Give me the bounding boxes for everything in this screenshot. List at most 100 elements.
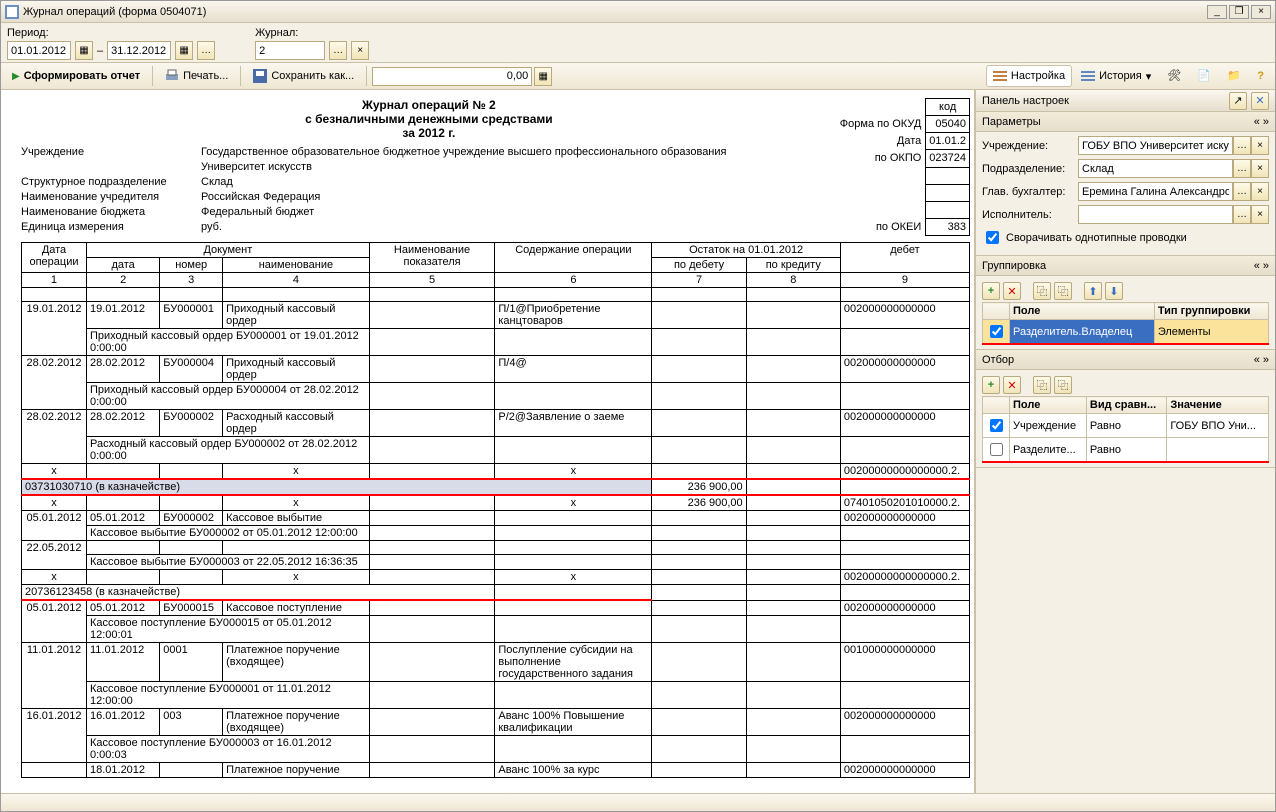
minimize-button[interactable]: _: [1207, 5, 1227, 19]
copy-icon[interactable]: ⿻: [1033, 376, 1051, 394]
print-button[interactable]: Печать...: [158, 65, 235, 87]
journal-clear[interactable]: ×: [351, 41, 369, 60]
param-inst-input[interactable]: [1078, 136, 1233, 155]
collapse-icon[interactable]: « »: [1254, 116, 1269, 128]
report-grid[interactable]: Дата операции Документ Наименование пока…: [21, 242, 970, 778]
table-highlight-row[interactable]: 03731030710 (в казначействе)236 900,00: [22, 479, 970, 495]
paste-icon[interactable]: ⿻: [1054, 282, 1072, 300]
date-from-input[interactable]: [7, 41, 71, 60]
tool-icon-3: 📁: [1227, 69, 1241, 83]
table-row[interactable]: 19.01.201219.01.2012БУ000001Приходный ка…: [22, 302, 970, 329]
table-subrow[interactable]: Приходный кассовый ордер БУ000004 от 28.…: [22, 383, 970, 410]
filter-table[interactable]: ПолеВид сравн...Значение УчреждениеРавно…: [982, 396, 1269, 463]
delete-icon[interactable]: ✕: [1003, 282, 1021, 300]
collapse-icon[interactable]: « »: [1254, 354, 1269, 366]
table-subrow[interactable]: Приходный кассовый ордер БУ000001 от 19.…: [22, 329, 970, 356]
table-row[interactable]: 28.02.201228.02.2012БУ000004Приходный ка…: [22, 356, 970, 383]
table-subrow[interactable]: Кассовое поступление БУ000003 от 16.01.2…: [22, 736, 970, 763]
meta-unit: руб.: [201, 221, 837, 236]
table-subrow[interactable]: Расходный кассовый ордер БУ000002 от 28.…: [22, 437, 970, 464]
period-label: Период:: [7, 27, 215, 39]
more-icon[interactable]: …: [1233, 159, 1251, 178]
filter-form: Период: ▦ – ▦ … Журнал: … ×: [1, 23, 1275, 62]
grouping-section: Группировка« » + ✕ ⿻ ⿻ ⬆ ⬇ ПолеТип групп…: [976, 256, 1275, 350]
more-icon[interactable]: …: [1233, 205, 1251, 224]
toolbar: ▶Сформировать отчет Печать... Сохранить …: [1, 62, 1275, 90]
table-row[interactable]: 22.05.2012: [22, 541, 970, 555]
table-subrow[interactable]: Кассовое поступление БУ000001 от 11.01.2…: [22, 682, 970, 709]
clear-icon[interactable]: ×: [1251, 205, 1269, 224]
report-period: за 2012 г.: [21, 126, 837, 140]
group-row-check[interactable]: [990, 325, 1003, 338]
collapse-icon[interactable]: « »: [1254, 260, 1269, 272]
param-acc-input[interactable]: [1078, 182, 1233, 201]
table-highlight-row[interactable]: 20736123458 (в казначействе): [22, 585, 970, 601]
help-button[interactable]: ?: [1250, 65, 1271, 87]
date-to-input[interactable]: [107, 41, 171, 60]
clear-icon[interactable]: ×: [1251, 182, 1269, 201]
journal-input[interactable]: [255, 41, 325, 60]
grouping-table[interactable]: ПолеТип группировки Разделитель.Владелец…: [982, 302, 1269, 345]
titlebar: Журнал операций (форма 0504071) _ ❐ ×: [1, 1, 1275, 23]
add-icon[interactable]: +: [982, 282, 1000, 300]
clear-icon[interactable]: ×: [1251, 159, 1269, 178]
separator: [240, 66, 241, 86]
table-row[interactable]: 05.01.201205.01.2012БУ000015Кассовое пос…: [22, 600, 970, 616]
panel-detach-icon[interactable]: ↗: [1229, 92, 1247, 110]
list-icon: [993, 69, 1007, 83]
close-button[interactable]: ×: [1251, 5, 1271, 19]
more-icon[interactable]: …: [1233, 136, 1251, 155]
param-perf-input[interactable]: [1078, 205, 1233, 224]
move-down-icon[interactable]: ⬇: [1105, 282, 1123, 300]
table-subrow[interactable]: Кассовое выбытие БУ000003 от 22.05.2012 …: [22, 555, 970, 570]
paste-icon[interactable]: ⿻: [1054, 376, 1072, 394]
meta-founder-label: Наименование учредителя: [21, 191, 191, 206]
table-summary-row[interactable]: xxx00200000000000000.2.: [22, 570, 970, 585]
param-dept-input[interactable]: [1078, 159, 1233, 178]
filter-row-check[interactable]: [990, 443, 1003, 456]
settings-panel: Панель настроек ↗ ✕ Параметры« » Учрежде…: [975, 90, 1275, 793]
main-window: Журнал операций (форма 0504071) _ ❐ × Пе…: [0, 0, 1276, 812]
table-row[interactable]: 16.01.201216.01.2012003Платежное поручен…: [22, 709, 970, 736]
table-row[interactable]: 05.01.201205.01.2012БУ000002Кассовое выб…: [22, 511, 970, 526]
codes-table: код Форма по ОКУД05040 Дата01.01.2 по ОК…: [837, 98, 970, 236]
save-as-button[interactable]: Сохранить как...: [246, 65, 361, 87]
fold-checkbox[interactable]: [986, 231, 999, 244]
panel-close-icon[interactable]: ✕: [1251, 92, 1269, 110]
table-summary-row[interactable]: xxx00200000000000000.2.: [22, 464, 970, 480]
table-row[interactable]: 28.02.201228.02.2012БУ000002Расходный ка…: [22, 410, 970, 437]
tool-2[interactable]: 📄: [1190, 65, 1218, 87]
table-summary-row[interactable]: xxx236 900,0007401050201010000.2.: [22, 495, 970, 511]
journal-more[interactable]: …: [329, 41, 347, 60]
app-icon: [5, 5, 19, 19]
settings-button[interactable]: Настройка: [986, 65, 1072, 87]
window-title: Журнал операций (форма 0504071): [23, 6, 206, 18]
table-row[interactable]: 11.01.201211.01.20120001Платежное поруче…: [22, 643, 970, 682]
history-button[interactable]: История▾: [1074, 65, 1158, 87]
more-icon[interactable]: …: [1233, 182, 1251, 201]
filter-row-check[interactable]: [990, 419, 1003, 432]
table-row[interactable]: 18.01.2012Платежное поручениеАванс 100% …: [22, 763, 970, 778]
meta-struct: Склад: [201, 176, 837, 191]
generate-report-button[interactable]: ▶Сформировать отчет: [5, 65, 147, 87]
tool-1[interactable]: 🛠: [1160, 65, 1188, 87]
number-input[interactable]: [372, 67, 532, 86]
maximize-button[interactable]: ❐: [1229, 5, 1249, 19]
copy-icon[interactable]: ⿻: [1033, 282, 1051, 300]
period-more[interactable]: …: [197, 41, 215, 60]
calculator-icon[interactable]: ▦: [534, 67, 552, 86]
table-subrow[interactable]: Кассовое выбытие БУ000002 от 05.01.2012 …: [22, 526, 970, 541]
history-icon: [1081, 69, 1095, 83]
tool-3[interactable]: 📁: [1220, 65, 1248, 87]
separator: [152, 66, 153, 86]
date-from-picker[interactable]: ▦: [75, 41, 93, 60]
filter-section: Отбор« » + ✕ ⿻ ⿻ ПолеВид сравн...Значени…: [976, 350, 1275, 468]
move-up-icon[interactable]: ⬆: [1084, 282, 1102, 300]
clear-icon[interactable]: ×: [1251, 136, 1269, 155]
report-area[interactable]: Журнал операций № 2 с безналичными денеж…: [1, 90, 975, 793]
add-icon[interactable]: +: [982, 376, 1000, 394]
tool-icon-2: 📄: [1197, 69, 1211, 83]
delete-icon[interactable]: ✕: [1003, 376, 1021, 394]
date-to-picker[interactable]: ▦: [175, 41, 193, 60]
table-subrow[interactable]: Кассовое поступление БУ000015 от 05.01.2…: [22, 616, 970, 643]
